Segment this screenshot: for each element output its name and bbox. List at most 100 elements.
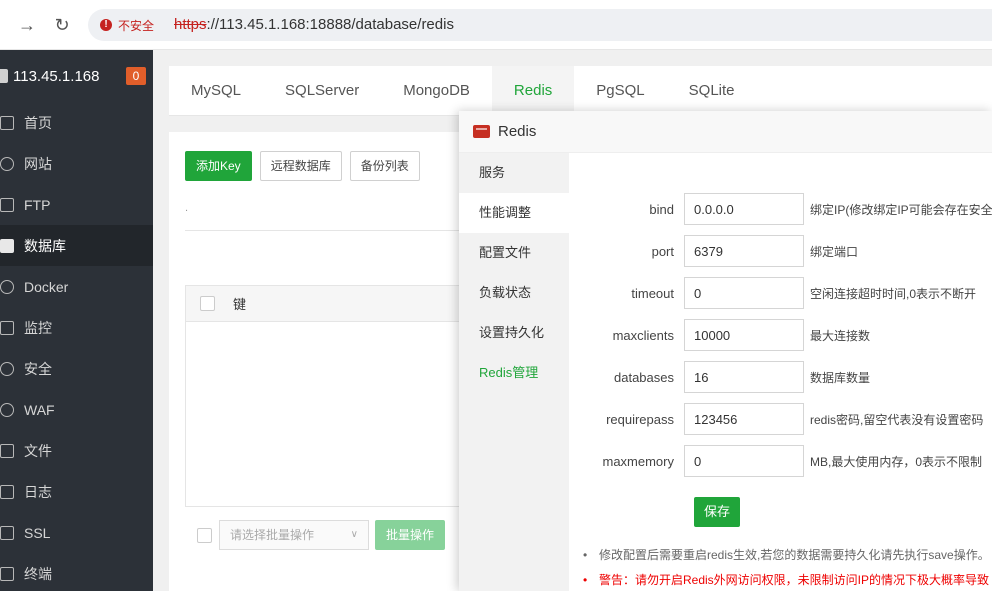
tab-mysql[interactable]: MySQL [169, 66, 263, 116]
field-label: requirepass [606, 411, 674, 427]
maxclients-input[interactable] [684, 319, 804, 351]
sidebar-item-6[interactable]: 安全 [0, 348, 153, 389]
batch-bar: 请选择批量操作 ∨ 批量操作 [197, 520, 453, 550]
field-label: databases [614, 369, 674, 385]
sidebar-item-5[interactable]: 监控 [0, 307, 153, 348]
redis-icon [473, 125, 490, 138]
database-tabs: MySQL SQLServer MongoDB Redis PgSQL SQLite [169, 66, 992, 116]
sidebar-item-label: 日志 [24, 483, 52, 500]
docker-icon [0, 279, 14, 294]
sidebar-item-label: 首页 [24, 114, 52, 131]
form-row-port: port 绑定端口 [569, 235, 858, 267]
url-scheme: https [174, 16, 207, 33]
sidebar-item-4[interactable]: Docker [0, 266, 153, 307]
log-icon [0, 484, 14, 499]
reload-icon[interactable]: ↻ [50, 13, 74, 37]
forward-icon[interactable]: → [15, 13, 39, 37]
sidebar-item-2[interactable]: FTP [0, 184, 153, 225]
toolbar: 添加Key 远程数据库 备份列表 [185, 151, 428, 181]
server-name: 113.45.1.168 [13, 67, 100, 85]
batch-select-placeholder: 请选择批量操作 [230, 528, 315, 542]
ftp-icon [0, 197, 14, 212]
sidebar-item-0[interactable]: 首页 [0, 102, 153, 143]
form-row-timeout: timeout 空闲连接超时时间,0表示不断开 [569, 277, 976, 309]
url-text[interactable]: https://113.45.1.168:18888/database/redi… [174, 16, 454, 33]
requirepass-input[interactable] [684, 403, 804, 435]
tab-pgsql[interactable]: PgSQL [574, 66, 666, 116]
batch-checkbox[interactable] [197, 527, 212, 543]
databases-input[interactable] [684, 361, 804, 393]
sidebar-item-8[interactable]: 文件 [0, 430, 153, 471]
sidebar-item-7[interactable]: WAF [0, 389, 153, 430]
bind-input[interactable] [684, 193, 804, 225]
sidebar-item-label: WAF [24, 401, 55, 418]
form-row-requirepass: requirepass redis密码,留空代表没有设置密码 [569, 403, 983, 435]
add-key-button[interactable]: 添加Key [185, 151, 252, 181]
field-label: bind [649, 201, 674, 217]
terminal-icon [0, 566, 14, 581]
security-chip[interactable]: ! 不安全 [94, 14, 162, 36]
field-label: maxmemory [602, 453, 674, 469]
note-warning: 警告：请勿开启Redis外网访问权限，未限制访问IP的情况下极大概率导致 [583, 568, 990, 591]
table-header: 键 [186, 286, 484, 322]
sidebar-item-label: 网站 [24, 155, 52, 172]
sidebar-item-label: 终端 [24, 565, 52, 582]
notification-badge[interactable]: 0 [126, 67, 146, 85]
field-description: 绑定端口 [810, 244, 859, 259]
sidebar-item-11[interactable]: 终端 [0, 553, 153, 591]
timeout-input[interactable] [684, 277, 804, 309]
sidebar-item-label: 文件 [24, 442, 52, 459]
sidebar-item-3[interactable]: 数据库 [0, 225, 153, 266]
sidebar-item-1[interactable]: 网站 [0, 143, 153, 184]
dialog-nav-item[interactable]: 负载状态 [459, 273, 569, 313]
tab-redis[interactable]: Redis [491, 66, 575, 116]
sidebar-item-label: 监控 [24, 319, 52, 336]
dialog-nav-item[interactable]: 配置文件 [459, 233, 569, 273]
dialog-nav-item[interactable]: Redis管理 [459, 353, 569, 393]
maxmemory-input[interactable] [684, 445, 804, 477]
sidebar-item-label: 安全 [24, 360, 52, 377]
monitor-icon [0, 320, 14, 335]
field-label: port [651, 243, 674, 259]
select-all-checkbox[interactable] [200, 296, 215, 311]
backup-list-button[interactable]: 备份列表 [349, 151, 420, 181]
dialog-nav-item[interactable]: 性能调整 [459, 193, 569, 233]
form-row-maxclients: maxclients 最大连接数 [569, 319, 870, 351]
address-bar[interactable]: ! 不安全 https://113.45.1.168:18888/databas… [88, 9, 992, 41]
database-icon [0, 238, 14, 253]
form-row-maxmemory: maxmemory MB,最大使用内存，0表示不限制 [569, 445, 982, 477]
tab-mongodb[interactable]: MongoDB [381, 66, 492, 116]
sidebar-item-9[interactable]: 日志 [0, 471, 153, 512]
dialog-title: Redis [498, 123, 537, 140]
tab-sqlserver[interactable]: SQLServer [263, 66, 381, 116]
port-input[interactable] [684, 235, 804, 267]
field-description: MB,最大使用内存，0表示不限制 [810, 454, 983, 469]
field-description: redis密码,留空代表没有设置密码 [810, 412, 984, 427]
dialog-nav-item[interactable]: 设置持久化 [459, 313, 569, 353]
sidebar-item-label: FTP [24, 196, 51, 213]
server-header: 113.45.1.168 0 [0, 50, 153, 102]
remote-db-button[interactable]: 远程数据库 [259, 151, 342, 181]
sidebar-item-label: 数据库 [24, 237, 66, 254]
globe-icon [0, 156, 14, 171]
ssl-icon [0, 525, 14, 540]
dialog-body: 保存 修改配置后需要重启redis生效,若您的数据需要持久化请先执行save操作… [569, 153, 992, 591]
sidebar-item-label: SSL [24, 524, 51, 541]
note-restart: 修改配置后需要重启redis生效,若您的数据需要持久化请先执行save操作。 [583, 543, 990, 568]
notes: 修改配置后需要重启redis生效,若您的数据需要持久化请先执行save操作。 警… [583, 543, 990, 591]
batch-select[interactable]: 请选择批量操作 ∨ [219, 520, 369, 550]
home-icon [0, 115, 14, 130]
dialog-nav-item[interactable]: 服务 [459, 153, 569, 193]
dialog-header: Redis [459, 111, 992, 153]
browser-toolbar: → ↻ ! 不安全 https://113.45.1.168:18888/dat… [0, 0, 992, 50]
url-rest: ://113.45.1.168:18888/database/redis [206, 16, 454, 33]
keys-table: 键 [185, 285, 485, 507]
sidebar-item-10[interactable]: SSL [0, 512, 153, 553]
save-button[interactable]: 保存 [694, 497, 740, 527]
tab-sqlite[interactable]: SQLite [667, 66, 757, 116]
folder-icon [0, 443, 14, 458]
server-icon [0, 69, 8, 83]
batch-button[interactable]: 批量操作 [375, 520, 446, 550]
shield-icon [0, 361, 14, 376]
column-key: 键 [233, 297, 247, 312]
